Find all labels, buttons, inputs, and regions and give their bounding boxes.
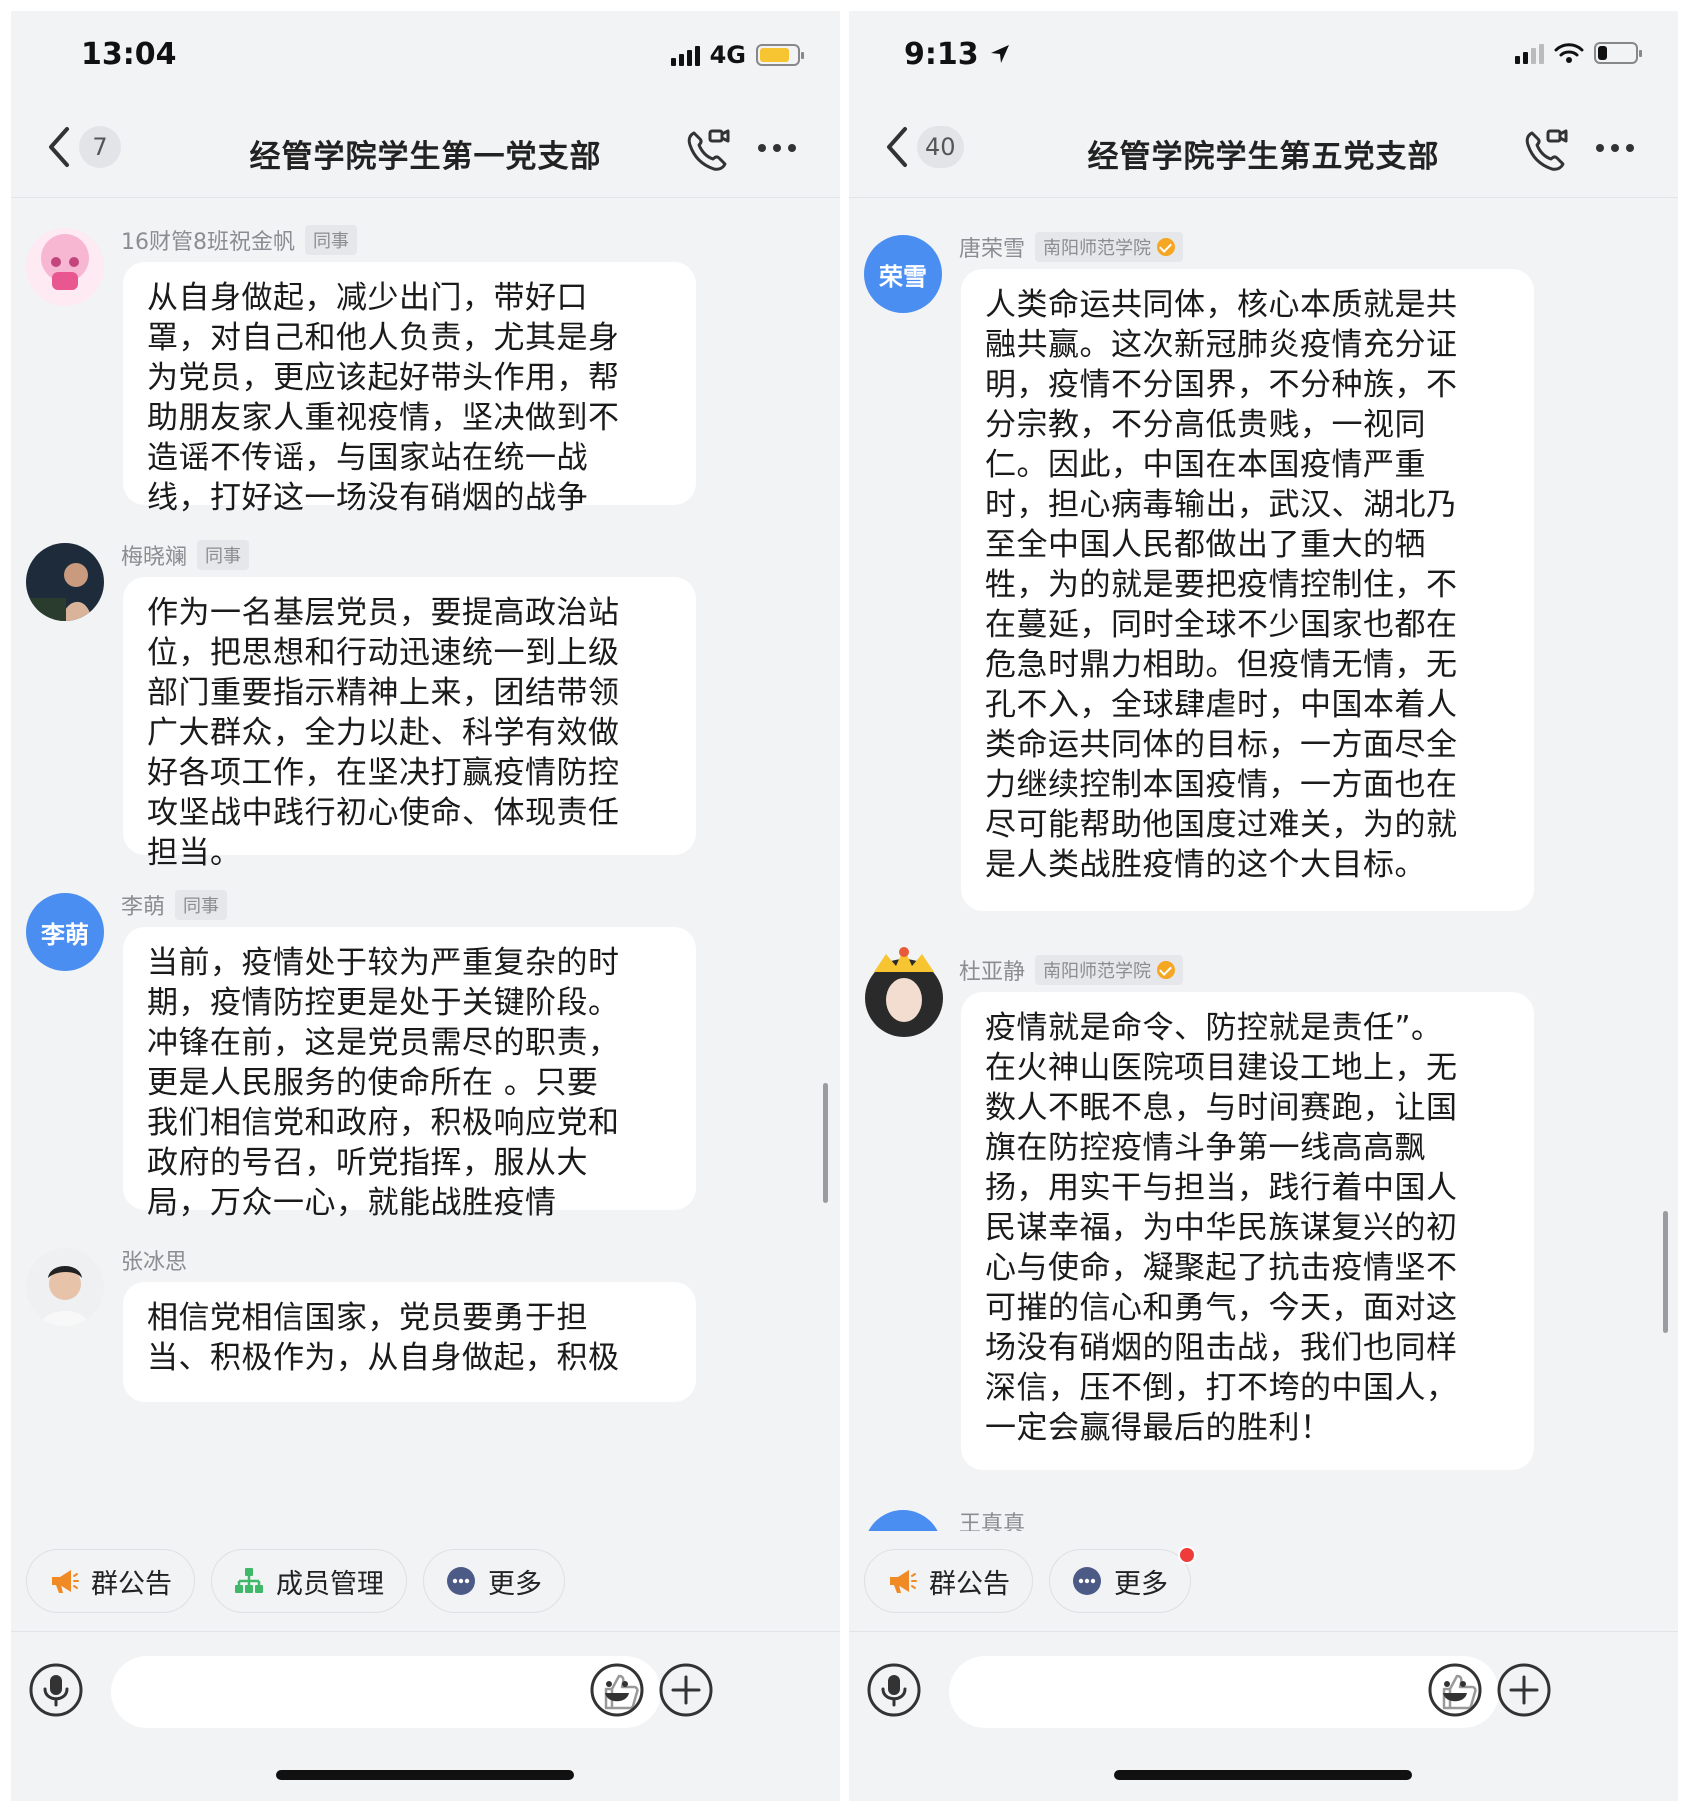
anime-avatar-icon: [26, 228, 104, 306]
scrollbar[interactable]: [823, 1083, 828, 1203]
notification-dot: [1178, 1546, 1196, 1564]
message-bubble[interactable]: 疫情就是命令、防控就是责任”。 在火神山医院项目建设工地上，无 数人不眠不息，与…: [961, 992, 1534, 1470]
nav-bar: 40 经管学院学生第五党支部: [849, 99, 1678, 198]
sender-info: 王真真: [959, 1504, 1025, 1531]
photo-avatar-icon: [26, 543, 104, 621]
photo-avatar-icon: [26, 1248, 104, 1326]
more-actions-button[interactable]: 更多: [423, 1549, 565, 1613]
group-announcement-button[interactable]: 群公告: [26, 1549, 195, 1613]
status-bar: 13:04 4G: [11, 11, 840, 99]
home-indicator[interactable]: [276, 1770, 574, 1780]
sender-tag: 南阳师范学院: [1035, 955, 1184, 985]
sender-info: 16财管8班祝金帆 同事: [121, 222, 357, 258]
group-call-icon[interactable]: [684, 127, 730, 173]
sender-info: 梅晓斓 同事: [121, 537, 250, 573]
status-icons: 4G: [670, 41, 804, 69]
cellular-signal-icon: [670, 44, 700, 66]
add-icon[interactable]: [658, 1662, 714, 1718]
message-bubble[interactable]: 当前，疫情处于较为严重复杂的时 期，疫情防控更是处于关键阶段。 冲锋在前，这是党…: [123, 927, 696, 1221]
message-bubble[interactable]: 人类命运共同体，核心本质就是共 融共赢。这次新冠肺炎疫情充分证 明，疫情不分国界…: [961, 269, 1534, 911]
status-time: 9:13: [904, 37, 1011, 72]
megaphone-icon: [890, 1570, 917, 1593]
sender-tag: 同事: [175, 890, 228, 920]
sender-tag: 同事: [197, 540, 250, 570]
sender-info: 唐荣雪 南阳师范学院: [959, 229, 1184, 265]
sender-name: 梅晓斓: [121, 545, 188, 570]
action-label: 更多: [1114, 1568, 1168, 1600]
battery-icon: [756, 44, 804, 66]
group-action-bar: 群公告 更多: [849, 1531, 1678, 1631]
sender-info: 张冰思: [121, 1242, 187, 1278]
chat-message-list[interactable]: 16财管8班祝金帆 同事 从自身做起，减少出门，带好口 罩，对自己和他人负责，尤…: [11, 198, 840, 1531]
more-options-icon[interactable]: [754, 133, 800, 163]
sender-name: 杜亚静: [959, 960, 1026, 985]
status-bar: 9:13: [849, 11, 1678, 99]
status-icons: [1515, 41, 1642, 65]
message-bubble[interactable]: 相信党相信国家，党员要勇于担 当、积极作为，从自身做起，积极: [123, 1282, 696, 1402]
voice-input-icon[interactable]: [866, 1662, 922, 1718]
chat-message-list[interactable]: 荣雪 唐荣雪 南阳师范学院 人类命运共同体，核心本质就是共 融共赢。这次新冠肺炎…: [849, 198, 1678, 1531]
cellular-signal-icon: [1515, 42, 1544, 64]
avatar[interactable]: 李萌: [26, 893, 104, 971]
sender-name: 李萌: [121, 895, 166, 920]
megaphone-icon: [52, 1570, 79, 1593]
action-label: 成员管理: [276, 1568, 384, 1600]
more-circle-icon: [1073, 1567, 1101, 1595]
sender-info: 杜亚静 南阳师范学院: [959, 952, 1184, 988]
verified-icon: [1157, 961, 1176, 979]
message-input[interactable]: [111, 1656, 661, 1728]
sender-tag-text: 南阳师范学院: [1043, 238, 1152, 259]
sender-tag-text: 南阳师范学院: [1043, 961, 1152, 982]
more-actions-button[interactable]: 更多: [1049, 1546, 1196, 1613]
network-type: 4G: [709, 41, 746, 69]
add-icon[interactable]: [1496, 1662, 1552, 1718]
avatar[interactable]: [864, 947, 943, 1037]
sender-tag: 南阳师范学院: [1035, 232, 1184, 262]
location-arrow-icon: [991, 45, 1010, 63]
message-input-bar: [849, 1631, 1678, 1801]
org-chart-icon: [235, 1568, 263, 1593]
group-announcement-button[interactable]: 群公告: [864, 1549, 1033, 1613]
action-label: 更多: [488, 1568, 542, 1600]
message-input[interactable]: [949, 1656, 1499, 1728]
wifi-icon: [1554, 43, 1584, 63]
voice-input-icon[interactable]: [28, 1662, 84, 1718]
avatar[interactable]: [26, 228, 104, 306]
action-label: 群公告: [929, 1568, 1010, 1600]
emoji-icon[interactable]: [1427, 1662, 1483, 1718]
scrollbar[interactable]: [1663, 1211, 1668, 1333]
sender-tag: 同事: [305, 225, 357, 255]
group-call-icon[interactable]: [1522, 127, 1568, 173]
sender-name: 王真真: [959, 1512, 1026, 1531]
member-management-button[interactable]: 成员管理: [211, 1549, 407, 1613]
battery-icon: [1594, 42, 1642, 64]
more-options-icon[interactable]: [1592, 133, 1638, 163]
more-circle-icon: [447, 1567, 475, 1595]
right-phone-screen: 9:13 40 经管学院学生第五党支部 荣雪 唐荣雪 南阳师范学院 人类命运共同…: [849, 11, 1678, 1801]
avatar[interactable]: [26, 1248, 104, 1326]
sender-name: 唐荣雪: [959, 237, 1026, 262]
photo-avatar-icon: [865, 947, 943, 1037]
verified-icon: [1157, 238, 1176, 256]
message-bubble[interactable]: 从自身做起，减少出门，带好口 罩，对自己和他人负责，尤其是身 为党员，更应该起好…: [123, 262, 696, 516]
message-bubble[interactable]: 作为一名基层党员，要提高政治站 位，把思想和行动迅速统一到上级 部门重要指示精神…: [123, 577, 696, 871]
sender-info: 李萌 同事: [121, 887, 228, 923]
sender-name: 16财管8班祝金帆: [121, 230, 295, 255]
emoji-icon[interactable]: [589, 1662, 645, 1718]
avatar[interactable]: [864, 1510, 942, 1531]
avatar[interactable]: 荣雪: [864, 235, 942, 313]
action-label: 群公告: [91, 1568, 172, 1600]
message-input-bar: [11, 1631, 840, 1801]
home-indicator[interactable]: [1114, 1770, 1412, 1780]
status-time-text: 9:13: [904, 37, 979, 72]
sender-name: 张冰思: [121, 1250, 188, 1275]
status-time: 13:04: [81, 37, 177, 72]
left-phone-screen: 13:04 4G 7 经管学院学生第一党支部 16财管8班祝金帆 同事 从自身做…: [11, 11, 840, 1801]
group-action-bar: 群公告 成员管理 更多: [11, 1531, 840, 1631]
nav-bar: 7 经管学院学生第一党支部: [11, 99, 840, 198]
avatar[interactable]: [26, 543, 104, 621]
